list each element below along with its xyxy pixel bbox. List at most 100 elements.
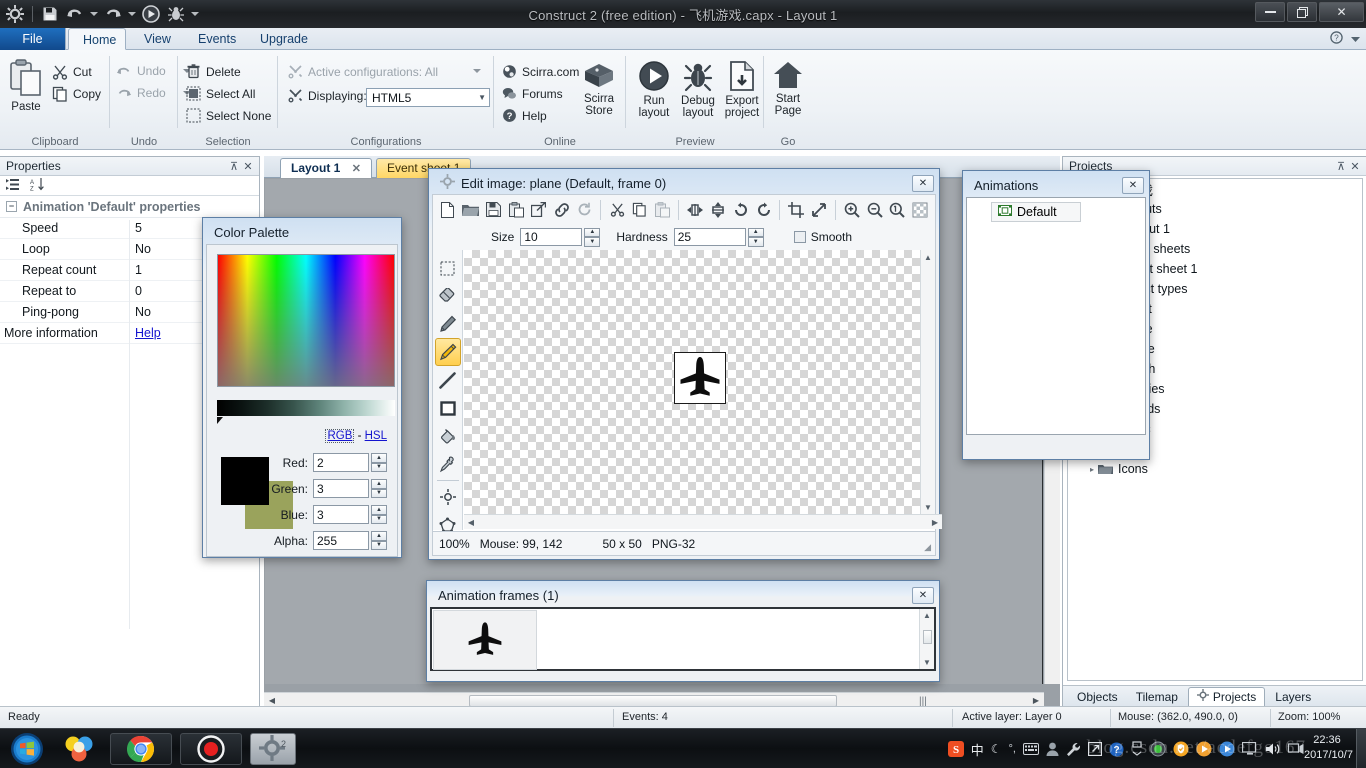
canvas-horizontal-scrollbar[interactable]: ◀ ▶ bbox=[464, 514, 942, 529]
scroll-thumb[interactable] bbox=[922, 630, 932, 644]
ime-degree-icon[interactable]: °, bbox=[1009, 743, 1016, 755]
scirra-com-link[interactable]: Scirra.com bbox=[502, 64, 579, 79]
minimize-button[interactable] bbox=[1255, 2, 1285, 22]
keyboard-icon[interactable] bbox=[1023, 743, 1039, 755]
cut-icon[interactable] bbox=[606, 198, 628, 222]
size-spinner[interactable]: ▲ ▼ bbox=[584, 227, 601, 247]
color-mode-hsl[interactable]: HSL bbox=[365, 430, 387, 442]
frames-vertical-scrollbar[interactable]: ▲ ▼ bbox=[919, 609, 934, 669]
select-none-button[interactable]: Select None bbox=[186, 108, 271, 123]
more-information-help-link[interactable]: Help bbox=[135, 326, 161, 340]
zoom-out-icon[interactable] bbox=[864, 198, 886, 222]
value-gradient-bar[interactable] bbox=[217, 400, 395, 416]
new-icon[interactable] bbox=[437, 198, 459, 222]
tree-item-icons[interactable]: ▸ Icons bbox=[1068, 459, 1362, 479]
panel-tab-tilemap[interactable]: Tilemap bbox=[1128, 687, 1186, 707]
maximize-button[interactable] bbox=[1287, 2, 1317, 22]
hardness-spinner[interactable]: ▲ ▼ bbox=[747, 227, 764, 247]
sort-az-icon[interactable]: AZ bbox=[30, 177, 45, 194]
close-icon[interactable]: ✕ bbox=[912, 586, 934, 604]
export-icon[interactable] bbox=[528, 198, 550, 222]
origin-point-icon[interactable] bbox=[435, 483, 461, 511]
taskbar-clock[interactable]: 22:36 2017/10/7 bbox=[1304, 733, 1353, 763]
blue-spinner[interactable]: ▲ ▼ bbox=[371, 505, 387, 524]
chrome-icon[interactable] bbox=[110, 733, 172, 765]
marquee-select-icon[interactable] bbox=[435, 254, 461, 282]
ribbon-tab-home[interactable]: Home bbox=[68, 28, 126, 50]
panel-tab-layers[interactable]: Layers bbox=[1267, 687, 1319, 707]
ribbon-tab-events[interactable]: Events bbox=[184, 28, 250, 50]
pin-icon[interactable]: ⊼ bbox=[227, 160, 241, 173]
sogou-pinyin-icon[interactable] bbox=[58, 733, 100, 765]
frame-0-thumbnail[interactable] bbox=[433, 610, 537, 670]
show-desktop-button[interactable] bbox=[1356, 729, 1366, 768]
green-input[interactable] bbox=[313, 479, 369, 498]
close-icon[interactable]: ✕ bbox=[912, 174, 934, 192]
ribbon-help-icon[interactable]: ? bbox=[1330, 31, 1343, 47]
paste-button[interactable]: Paste bbox=[8, 58, 44, 113]
pin-icon[interactable]: ⊼ bbox=[1334, 160, 1348, 173]
smooth-checkbox[interactable] bbox=[793, 231, 806, 243]
open-icon[interactable] bbox=[460, 198, 482, 222]
scroll-left-arrow-icon[interactable]: ◀ bbox=[264, 696, 280, 705]
forums-link[interactable]: Forums bbox=[502, 86, 563, 101]
chevron-down-icon[interactable] bbox=[473, 68, 481, 74]
refresh-icon[interactable] bbox=[574, 198, 596, 222]
blue-input[interactable] bbox=[313, 505, 369, 524]
alpha-spinner[interactable]: ▲ ▼ bbox=[371, 531, 387, 550]
eraser-icon[interactable] bbox=[435, 282, 461, 310]
resize-grip-icon[interactable]: ◢ bbox=[924, 542, 931, 553]
sogou-s-icon[interactable]: S bbox=[947, 741, 964, 757]
monitor-icon[interactable] bbox=[1242, 742, 1258, 756]
debug-layout-button[interactable]: Debug layout bbox=[676, 60, 720, 119]
paste2-icon[interactable] bbox=[652, 198, 674, 222]
copy-icon[interactable] bbox=[629, 198, 651, 222]
rotate-cw-icon[interactable] bbox=[753, 198, 775, 222]
recorder-icon[interactable] bbox=[180, 733, 242, 765]
zoom-reset-icon[interactable] bbox=[886, 198, 908, 222]
user-icon[interactable] bbox=[1046, 742, 1059, 756]
rectangle-icon[interactable] bbox=[435, 394, 461, 422]
help-link[interactable]: ? Help bbox=[502, 108, 547, 123]
hue-saturation-gradient[interactable] bbox=[217, 254, 395, 387]
start-orb-icon[interactable] bbox=[4, 733, 50, 765]
start-page-button[interactable]: Start Page bbox=[766, 60, 810, 117]
save-icon[interactable] bbox=[483, 198, 505, 222]
ribbon-tab-upgrade[interactable]: Upgrade bbox=[246, 28, 322, 50]
checker-icon[interactable] bbox=[909, 198, 931, 222]
volume-icon[interactable] bbox=[1265, 742, 1281, 756]
rotate-ccw-icon[interactable] bbox=[730, 198, 752, 222]
color-mode-rgb[interactable]: RGB bbox=[325, 429, 355, 443]
paste-icon[interactable] bbox=[505, 198, 527, 222]
expander-icon[interactable]: ▸ bbox=[1086, 465, 1098, 474]
animation-frames-strip[interactable]: ▲ ▼ bbox=[430, 607, 936, 671]
fill-bucket-icon[interactable] bbox=[435, 422, 461, 450]
construct2-icon[interactable]: 2 bbox=[250, 733, 296, 765]
scroll-right-arrow-icon[interactable]: ▶ bbox=[1028, 696, 1044, 705]
ribbon-collapse-icon[interactable] bbox=[1351, 32, 1360, 46]
hardness-input[interactable] bbox=[673, 228, 746, 246]
media2-icon[interactable] bbox=[1219, 741, 1235, 757]
shield-icon[interactable] bbox=[1173, 741, 1189, 757]
resize-icon[interactable] bbox=[808, 198, 830, 222]
cut-button[interactable]: Cut bbox=[52, 64, 92, 80]
run-layout-button[interactable]: Run layout bbox=[632, 60, 676, 119]
close-icon[interactable]: ✕ bbox=[1122, 176, 1144, 194]
copy-button[interactable]: Copy bbox=[52, 86, 101, 102]
delete-button[interactable]: Delete bbox=[186, 64, 241, 79]
zoom-in-icon[interactable] bbox=[841, 198, 863, 222]
green-dot-icon[interactable] bbox=[1150, 741, 1166, 757]
brush-icon[interactable] bbox=[434, 338, 461, 366]
image-edit-canvas[interactable] bbox=[464, 250, 927, 514]
ribbon-tab-view[interactable]: View bbox=[130, 28, 185, 50]
panel-tab-projects[interactable]: Projects bbox=[1187, 687, 1266, 707]
close-icon[interactable]: ✕ bbox=[1348, 160, 1362, 173]
wrench-icon[interactable] bbox=[1066, 742, 1081, 757]
green-spinner[interactable]: ▲ ▼ bbox=[371, 479, 387, 498]
eyedropper-icon[interactable] bbox=[435, 450, 461, 478]
flip-vertical-icon[interactable] bbox=[707, 198, 729, 222]
ime-moon-icon[interactable]: ☾ bbox=[991, 742, 1002, 756]
export-project-button[interactable]: Export project bbox=[720, 60, 764, 119]
ribbon-tab-file[interactable]: File bbox=[0, 28, 66, 50]
media-icon[interactable] bbox=[1196, 741, 1212, 757]
